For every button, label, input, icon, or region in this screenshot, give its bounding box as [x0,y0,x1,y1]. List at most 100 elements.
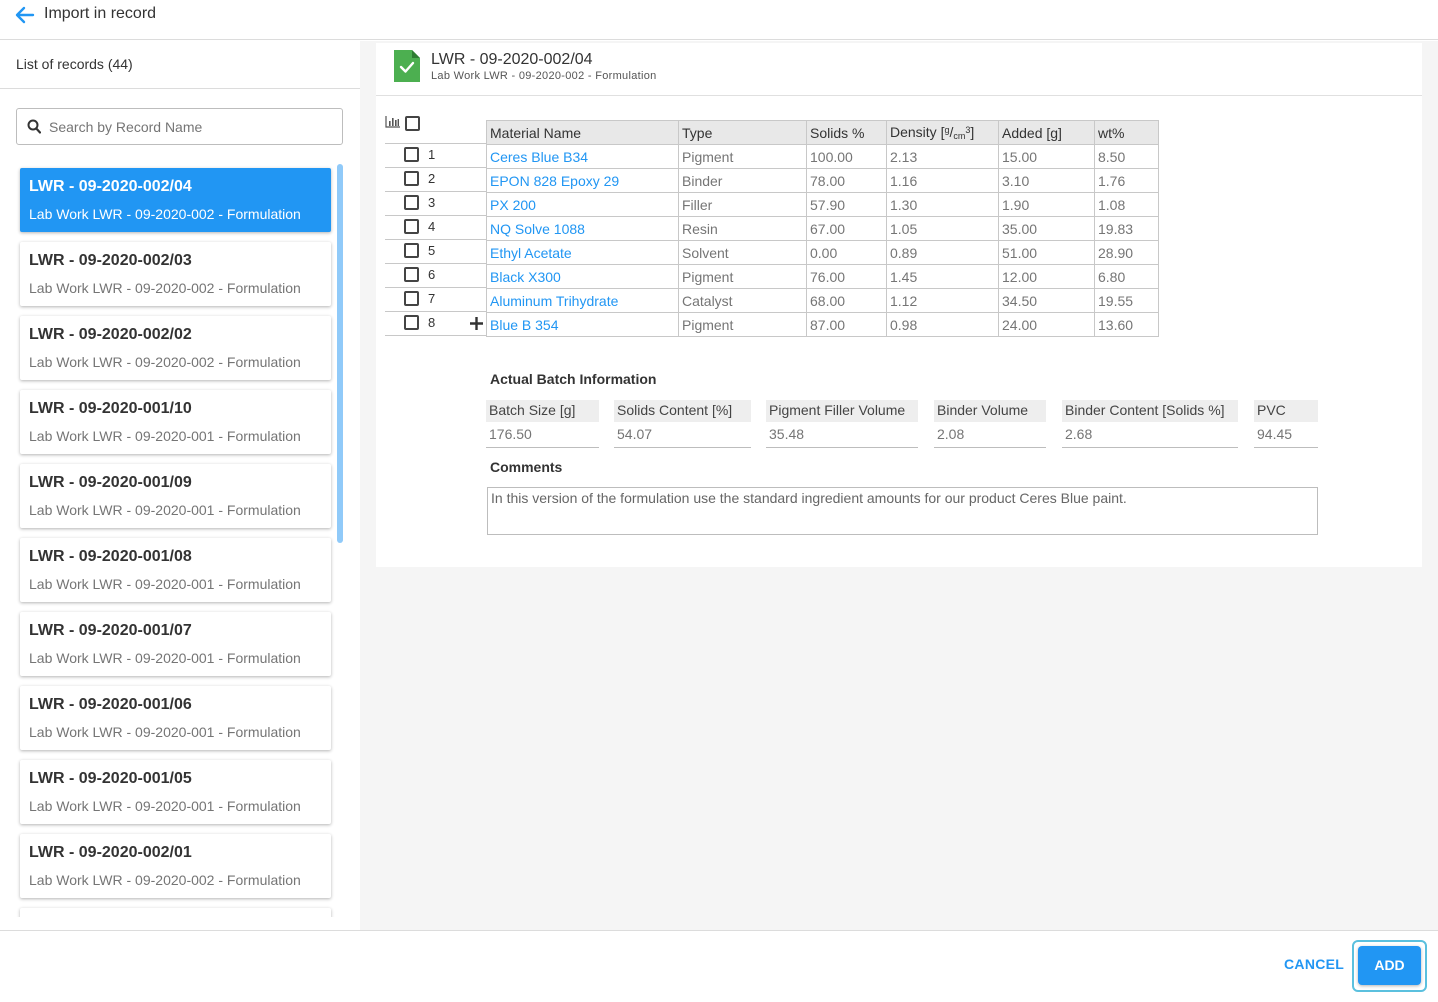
cell-solids: 0.00 [806,240,887,265]
batch-info-title: Actual Batch Information [490,371,657,387]
density-label: Density [ [890,124,945,140]
row-divider [385,239,487,240]
row-divider [385,263,487,264]
header-wt: wt% [1094,120,1159,145]
cell-wt: 6.80 [1094,264,1159,289]
cell-density: 1.05 [886,216,999,241]
records-count-title: List of records (44) [16,56,133,72]
search-icon [27,119,41,134]
cell-added: 15.00 [998,144,1095,169]
table-row: PX 200 Filler 57.90 1.30 1.90 1.08 [486,192,1159,217]
field-value: 94.45 [1254,424,1318,448]
material-link[interactable]: PX 200 [486,192,679,217]
cell-solids: 68.00 [806,288,887,313]
header-solids: Solids % [806,120,887,145]
material-link[interactable]: Black X300 [486,264,679,289]
select-all-checkbox[interactable] [405,116,420,131]
table-row: Ethyl Acetate Solvent 0.00 0.89 51.00 28… [486,240,1159,265]
cell-type: Pigment [678,144,807,169]
record-subtitle: Lab Work LWR - 09-2020-001 - Formulation [29,576,301,592]
record-item[interactable]: LWR - 09-2020-002/01 Lab Work LWR - 09-2… [20,834,331,898]
row-checkbox[interactable] [404,267,419,282]
cell-density: 1.12 [886,288,999,313]
table-row: Aluminum Trihydrate Catalyst 68.00 1.12 … [486,288,1159,313]
row-divider [385,215,487,216]
material-link[interactable]: Ceres Blue B34 [486,144,679,169]
record-name: LWR - 09-2020-001/05 [29,770,192,787]
field-value: 54.07 [614,424,751,448]
record-item[interactable]: LWR - 09-2020-001/09 Lab Work LWR - 09-2… [20,464,331,528]
cell-type: Pigment [678,264,807,289]
cell-density: 1.45 [886,264,999,289]
row-checkbox[interactable] [404,243,419,258]
back-arrow-icon[interactable] [14,5,36,25]
cell-type: Binder [678,168,807,193]
row-number: 7 [428,291,436,306]
plus-icon[interactable] [469,316,484,331]
cell-type: Catalyst [678,288,807,313]
cell-solids: 76.00 [806,264,887,289]
cell-added: 24.00 [998,312,1095,337]
row-checkbox[interactable] [404,195,419,210]
chart-icon[interactable] [385,115,401,128]
record-item-selected[interactable]: LWR - 09-2020-002/04 Lab Work LWR - 09-2… [20,168,331,232]
row-checkbox[interactable] [404,219,419,234]
material-link[interactable]: EPON 828 Epoxy 29 [486,168,679,193]
record-name: LWR - 09-2020-002/01 [29,844,192,861]
field-label: PVC [1254,400,1318,422]
row-number: 6 [428,267,436,282]
record-item[interactable]: LWR - 09-2020-001/06 Lab Work LWR - 09-2… [20,686,331,750]
material-link[interactable]: Ethyl Acetate [486,240,679,265]
material-link[interactable]: Blue B 354 [486,312,679,337]
cell-density: 2.13 [886,144,999,169]
record-item[interactable]: LWR - 09-2020-001/05 Lab Work LWR - 09-2… [20,760,331,824]
record-subtitle: Lab Work LWR - 09-2020-001 - Formulation [29,650,301,666]
record-subtitle: Lab Work LWR - 09-2020-002 - Formulation [29,206,301,222]
cell-solids: 67.00 [806,216,887,241]
search-input[interactable] [49,117,334,137]
row-checkbox[interactable] [404,315,419,330]
cell-density: 0.98 [886,312,999,337]
list-header: List of records (44) [0,41,360,89]
record-item[interactable]: LWR - 09-2020-001/07 Lab Work LWR - 09-2… [20,612,331,676]
cell-solids: 78.00 [806,168,887,193]
record-detail-header: LWR - 09-2020-002/04 Lab Work LWR - 09-2… [376,43,1422,96]
header-density: Density [g/cm3] [886,120,999,145]
row-checkbox[interactable] [404,171,419,186]
record-name: LWR - 09-2020-001/08 [29,548,192,565]
search-box [16,108,343,145]
solids-content-field: Solids Content [%] 54.07 [614,400,751,450]
cell-wt: 19.55 [1094,288,1159,313]
field-value: 176.50 [486,424,599,448]
cancel-button[interactable]: CANCEL [1284,956,1344,972]
record-name: LWR - 09-2020-001/10 [29,400,192,417]
records-scrollbar[interactable] [337,164,343,543]
cell-type: Pigment [678,312,807,337]
record-subtitle: Lab Work LWR - 09-2020-001 - Formulation [29,428,301,444]
cell-wt: 1.76 [1094,168,1159,193]
field-label: Solids Content [%] [614,400,751,422]
field-label: Binder Content [Solids %] [1062,400,1238,422]
row-checkbox[interactable] [404,147,419,162]
header-material: Material Name [486,120,679,145]
cell-type: Resin [678,216,807,241]
record-item[interactable]: LWR - 09-2020-002/02 Lab Work LWR - 09-2… [20,316,331,380]
row-number: 4 [428,219,436,234]
material-link[interactable]: Aluminum Trihydrate [486,288,679,313]
table-row: Black X300 Pigment 76.00 1.45 12.00 6.80 [486,264,1159,289]
row-checkbox[interactable] [404,291,419,306]
field-label: Batch Size [g] [486,400,599,422]
batch-size-field: Batch Size [g] 176.50 [486,400,599,450]
row-number: 5 [428,243,436,258]
record-item[interactable]: LWR - 09-2020-001/10 Lab Work LWR - 09-2… [20,390,331,454]
material-link[interactable]: NQ Solve 1088 [486,216,679,241]
record-subtitle: Lab Work LWR - 09-2020-001 - Formulation [29,798,301,814]
cell-solids: 87.00 [806,312,887,337]
record-item[interactable]: LWR - 09-2020-002/03 Lab Work LWR - 09-2… [20,242,331,306]
add-button[interactable]: ADD [1358,946,1421,985]
record-name: LWR - 09-2020-002/02 [29,326,192,343]
record-item-partial[interactable] [20,908,331,917]
record-subtitle: Lab Work LWR - 09-2020-002 - Formulation [29,354,301,370]
record-item[interactable]: LWR - 09-2020-001/08 Lab Work LWR - 09-2… [20,538,331,602]
row-divider [385,191,487,192]
